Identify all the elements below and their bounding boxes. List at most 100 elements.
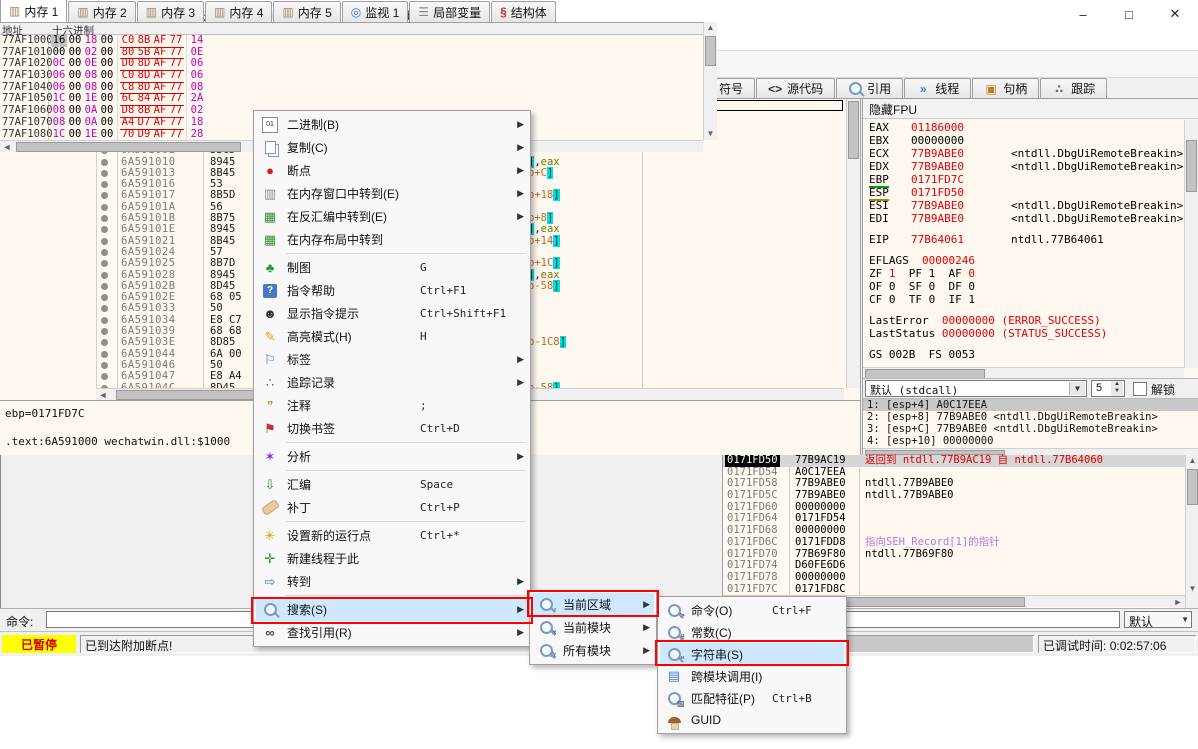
menu-item-指令帮助[interactable]: ?指令帮助Ctrl+F1 bbox=[256, 279, 528, 302]
dump-tab-内存 2[interactable]: ▥内存 2 bbox=[68, 1, 135, 22]
dump-row[interactable]: 77AF103006000800C08DAF7706 bbox=[0, 70, 703, 82]
register-lines[interactable]: EAX01186000EBX00000000ECX77B9ABE0<ntdll.… bbox=[863, 121, 1184, 361]
breakpoint-dot-icon[interactable] bbox=[101, 317, 108, 324]
dump-vscrollbar[interactable]: ▲ ▼ bbox=[703, 22, 717, 140]
tab-源代码[interactable]: <>源代码 bbox=[756, 78, 835, 98]
register-row[interactable]: EAX01186000 bbox=[863, 121, 1184, 134]
dump-tab-内存 4[interactable]: ▥内存 4 bbox=[205, 1, 272, 22]
register-info-row[interactable]: EFLAGS 00000246 bbox=[863, 254, 1184, 267]
breakpoint-dot-icon[interactable] bbox=[101, 260, 108, 267]
breakpoint-dot-icon[interactable] bbox=[101, 283, 108, 290]
argument-row[interactable]: 1: [esp+4] A0C17EEA bbox=[863, 399, 1198, 411]
register-info-row[interactable]: LastError 00000000 (ERROR_SUCCESS) bbox=[863, 314, 1184, 327]
arg-depth-stepper[interactable]: 5 ▲▼ bbox=[1091, 380, 1125, 397]
stack-row[interactable]: 0171FD6C0171FDD8指向SEH_Record[1]的指针 bbox=[723, 537, 1198, 549]
menu-item-命令(O)[interactable]: >命令(O)Ctrl+F bbox=[660, 599, 844, 621]
breakpoint-dot-icon[interactable] bbox=[101, 328, 108, 335]
menu-item-GUID[interactable]: GUID bbox=[660, 709, 844, 731]
breakpoint-dot-icon[interactable] bbox=[101, 351, 108, 358]
breakpoint-dot-icon[interactable] bbox=[101, 305, 108, 312]
scroll-left-icon[interactable]: ◄ bbox=[96, 389, 110, 400]
menu-item-补丁[interactable]: 补丁Ctrl+P bbox=[256, 496, 528, 519]
disasm-vscrollbar[interactable] bbox=[846, 99, 860, 388]
register-row[interactable]: ESI77B9ABE0<ntdll.DbgUiRemoteBreakin> bbox=[863, 199, 1184, 212]
stack-row[interactable]: 0171FD7C0171FD8C bbox=[723, 584, 1198, 596]
menu-item-制图[interactable]: ♣制图G bbox=[256, 256, 528, 279]
breakpoint-dot-icon[interactable] bbox=[101, 238, 108, 245]
breakpoint-dot-icon[interactable] bbox=[101, 192, 108, 199]
stack-pane[interactable]: 0171FD5077B9AC19返回到 ntdll.77B9AC19 自 ntd… bbox=[722, 455, 1198, 608]
calling-convention-select[interactable]: 默认 (stdcall) ▼ bbox=[865, 380, 1087, 397]
breakpoint-dot-icon[interactable] bbox=[101, 294, 108, 301]
menu-item-搜索(S)[interactable]: 搜索(S)▶ bbox=[256, 598, 528, 621]
command-type-dropdown[interactable]: 默认 ▼ bbox=[1124, 611, 1192, 628]
register-info-row[interactable]: GS 002B FS 0053 bbox=[863, 348, 1184, 361]
menu-item-转到[interactable]: ⇨转到▶ bbox=[256, 570, 528, 593]
dump-tab-监视 1[interactable]: ◎监视 1 bbox=[342, 1, 409, 22]
dump-tab-局部变量[interactable]: ☰局部变量 bbox=[409, 1, 490, 22]
arguments-list[interactable]: 1: [esp+4] A0C17EEA2: [esp+8] 77B9ABE0 <… bbox=[863, 399, 1198, 448]
breakpoint-dot-icon[interactable] bbox=[101, 204, 108, 211]
register-row[interactable]: EDI77B9ABE0<ntdll.DbgUiRemoteBreakin> bbox=[863, 212, 1184, 225]
register-row[interactable]: EIP77B64061ntdll.77B64061 bbox=[863, 233, 1184, 246]
register-info-row[interactable]: LastStatus 00000000 (STATUS_SUCCESS) bbox=[863, 327, 1184, 340]
register-row[interactable]: ESP0171FD50 bbox=[863, 186, 1184, 199]
menu-item-二进制(B)[interactable]: 01二进制(B)▶ bbox=[256, 113, 528, 136]
menu-item-分析[interactable]: ✶分析▶ bbox=[256, 445, 528, 468]
menu-item-在内存窗口中转到(E)[interactable]: ▥在内存窗口中转到(E)▶ bbox=[256, 182, 528, 205]
register-row[interactable]: EBP0171FD7C bbox=[863, 173, 1184, 186]
register-row[interactable]: EDX77B9ABE0<ntdll.DbgUiRemoteBreakin> bbox=[863, 160, 1184, 173]
breakpoint-dot-icon[interactable] bbox=[101, 249, 108, 256]
register-info-row[interactable]: CF 0 TF 0 IF 1 bbox=[863, 293, 1184, 306]
scroll-left-icon[interactable]: ◄ bbox=[0, 141, 14, 153]
dump-tab-内存 1[interactable]: ▥内存 1 bbox=[0, 0, 67, 22]
breakpoint-dot-icon[interactable] bbox=[101, 373, 108, 380]
menu-item-跨模块调用(I)[interactable]: ▤跨模块调用(I) bbox=[660, 665, 844, 687]
menu-item-显示指令提示[interactable]: ☻显示指令提示Ctrl+Shift+F1 bbox=[256, 302, 528, 325]
dump-row[interactable]: 77AF100016001800C08BAF7714 bbox=[0, 35, 703, 47]
close-button[interactable]: ✕ bbox=[1152, 0, 1198, 28]
tab-引用[interactable]: 引用 bbox=[836, 78, 903, 98]
stack-row[interactable]: 0171FD5077B9AC19返回到 ntdll.77B9AC19 自 ntd… bbox=[723, 455, 1198, 467]
menu-item-字符串(S)[interactable]: “字符串(S) bbox=[660, 643, 844, 665]
argument-row[interactable]: 3: [esp+C] 77B9ABE0 <ntdll.DbgUiRemoteBr… bbox=[863, 423, 1198, 435]
scroll-right-icon[interactable]: ► bbox=[1171, 596, 1185, 608]
breakpoint-dot-icon[interactable] bbox=[101, 181, 108, 188]
scroll-up-icon[interactable]: ▲ bbox=[704, 23, 717, 33]
menu-item-切换书签[interactable]: ⚑切换书签Ctrl+D bbox=[256, 417, 528, 440]
maximize-button[interactable]: □ bbox=[1106, 0, 1152, 28]
menu-item-当前模块[interactable]: ×当前模块▶ bbox=[532, 616, 654, 639]
stack-vscrollbar[interactable]: ▲ ▼ bbox=[1185, 455, 1198, 608]
dump-tab-内存 3[interactable]: ▥内存 3 bbox=[137, 1, 204, 22]
menu-item-断点[interactable]: ●断点▶ bbox=[256, 159, 528, 182]
breakpoint-dot-icon[interactable] bbox=[101, 159, 108, 166]
dump-tab-内存 5[interactable]: ▥内存 5 bbox=[273, 1, 340, 22]
breakpoint-dot-icon[interactable] bbox=[101, 170, 108, 177]
breakpoint-dot-icon[interactable] bbox=[101, 272, 108, 279]
menu-item-复制(C)[interactable]: 复制(C)▶ bbox=[256, 136, 528, 159]
breakpoint-dot-icon[interactable] bbox=[101, 215, 108, 222]
register-row[interactable]: ECX77B9ABE0<ntdll.DbgUiRemoteBreakin> bbox=[863, 147, 1184, 160]
menu-item-常数(C)[interactable]: #常数(C) bbox=[660, 621, 844, 643]
unlock-checkbox[interactable] bbox=[1133, 382, 1147, 396]
menu-item-新建线程于此[interactable]: ✛新建线程于此 bbox=[256, 547, 528, 570]
menu-item-标签[interactable]: ⚐标签▶ bbox=[256, 348, 528, 371]
menu-item-查找引用(R)[interactable]: ∞查找引用(R)▶ bbox=[256, 621, 528, 644]
dump-tab-结构体[interactable]: §结构体 bbox=[491, 1, 556, 22]
register-info-row[interactable]: ZF 1 PF 1 AF 0 bbox=[863, 267, 1184, 280]
stack-row[interactable]: 0171FD7800000000 bbox=[723, 572, 1198, 584]
menu-item-设置新的运行点[interactable]: ✳设置新的运行点Ctrl+* bbox=[256, 524, 528, 547]
breakpoint-dot-icon[interactable] bbox=[101, 362, 108, 369]
menu-item-汇编[interactable]: ⇩汇编Space bbox=[256, 473, 528, 496]
scroll-down-icon[interactable]: ▼ bbox=[1186, 584, 1198, 594]
stack-row[interactable]: 0171FD5C77B9ABE0ntdll.77B9ABE0 bbox=[723, 490, 1198, 502]
breakpoint-dot-icon[interactable] bbox=[101, 339, 108, 346]
tab-跟踪[interactable]: ∴跟踪 bbox=[1040, 78, 1107, 98]
menu-item-所有模块[interactable]: ✲所有模块▶ bbox=[532, 639, 654, 662]
tab-句柄[interactable]: ▣句柄 bbox=[972, 78, 1039, 98]
register-row[interactable]: EBX00000000 bbox=[863, 134, 1184, 147]
minimize-button[interactable]: – bbox=[1060, 0, 1106, 28]
menu-item-在内存布局中转到[interactable]: ▦在内存布局中转到 bbox=[256, 228, 528, 251]
hide-fpu-button[interactable]: 隐藏FPU bbox=[863, 99, 1198, 119]
register-info-row[interactable]: OF 0 SF 0 DF 0 bbox=[863, 280, 1184, 293]
